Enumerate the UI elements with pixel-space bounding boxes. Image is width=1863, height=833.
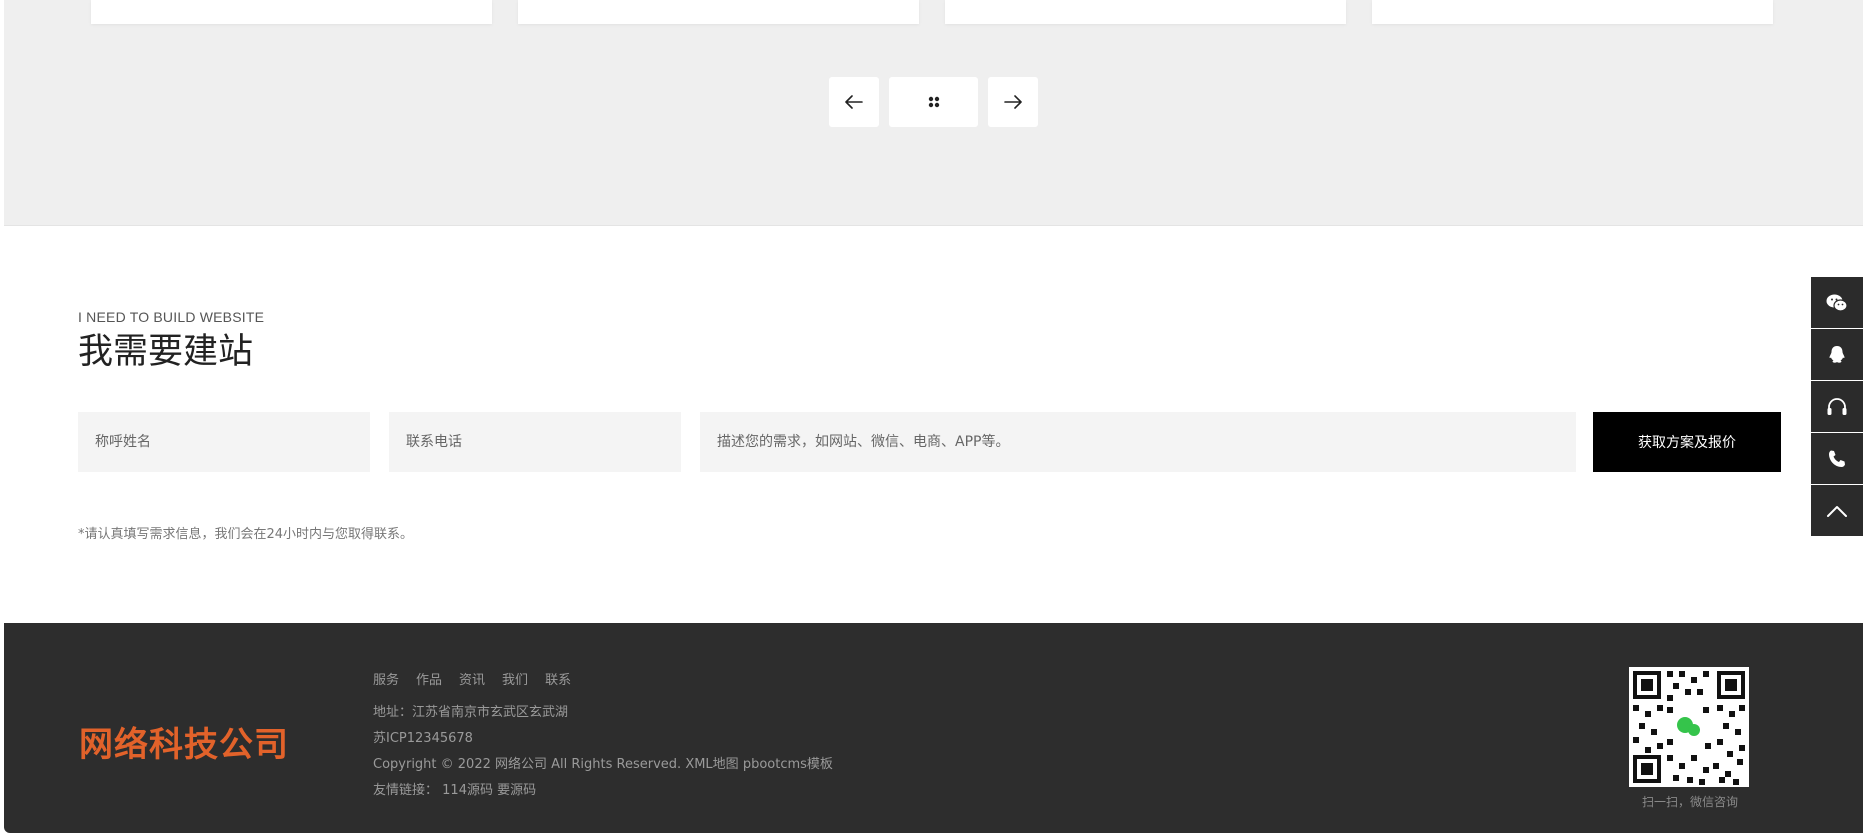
footer-icp-line: 苏ICP12345678 <box>373 727 473 746</box>
case-card[interactable] <box>945 0 1346 24</box>
section-title: 我需要建站 <box>78 332 254 372</box>
xml-map-link[interactable]: XML地图 <box>685 757 738 772</box>
footer-nav-about[interactable]: 我们 <box>502 669 528 688</box>
footer-copyright-line: Copyright © 2022 网络公司 All Rights Reserve… <box>373 753 833 772</box>
chevron-up-icon <box>1827 505 1847 517</box>
qq-button[interactable] <box>1811 329 1863 380</box>
case-card[interactable] <box>1372 0 1773 24</box>
build-website-section: I NEED TO BUILD WEBSITE 我需要建站 获取方案及报价 *请… <box>4 227 1863 623</box>
wechat-qr-code <box>1629 667 1749 787</box>
footer-nav-services[interactable]: 服务 <box>373 669 399 688</box>
friend-link[interactable]: 要源码 <box>497 783 536 798</box>
cases-section <box>4 0 1863 226</box>
wechat-button[interactable] <box>1811 277 1863 328</box>
copyright-text: Copyright © 2022 网络公司 All Rights Reserve… <box>373 757 682 772</box>
arrow-right-icon <box>1004 95 1022 109</box>
friend-link[interactable]: 114源码 <box>442 783 493 798</box>
phone-button[interactable] <box>1811 433 1863 484</box>
footer-address: 地址：江苏省南京市玄武区玄武湖 <box>373 705 569 720</box>
footer-nav-contact[interactable]: 联系 <box>545 669 571 688</box>
icp-link[interactable]: 苏ICP12345678 <box>373 731 473 746</box>
footer-nav-works[interactable]: 作品 <box>416 669 442 688</box>
requirement-input[interactable] <box>700 412 1576 472</box>
grid-button[interactable] <box>889 77 978 127</box>
footer-nav-news[interactable]: 资讯 <box>459 669 485 688</box>
phone-input[interactable] <box>389 412 681 472</box>
footer-nav: 服务 作品 资讯 我们 联系 <box>373 669 571 688</box>
prev-button[interactable] <box>829 77 879 127</box>
case-card[interactable] <box>518 0 919 24</box>
friend-links-label: 友情链接： <box>373 783 439 798</box>
qq-icon <box>1829 345 1845 363</box>
company-logo[interactable]: 网络科技公司 <box>79 717 289 766</box>
form-note: *请认真填写需求信息，我们会在24小时内与您取得联系。 <box>78 527 414 542</box>
qr-caption: 扫一扫，微信咨询 <box>1641 795 1738 809</box>
customer-service-button[interactable] <box>1811 381 1863 432</box>
case-card[interactable] <box>91 0 492 24</box>
next-button[interactable] <box>988 77 1038 127</box>
get-quote-button[interactable]: 获取方案及报价 <box>1593 412 1781 472</box>
floating-toolbar <box>1811 277 1863 537</box>
phone-icon <box>1829 450 1845 467</box>
footer-links-line: 友情链接： 114源码 要源码 <box>373 779 536 798</box>
grid-dots-icon <box>928 96 939 108</box>
arrow-left-icon <box>845 95 863 109</box>
back-to-top-button[interactable] <box>1811 485 1863 536</box>
wechat-icon <box>1826 294 1848 312</box>
template-link[interactable]: pbootcms模板 <box>743 757 833 772</box>
qr-code-icon <box>1629 667 1749 787</box>
headset-icon <box>1827 397 1847 415</box>
name-input[interactable] <box>78 412 370 472</box>
page: I NEED TO BUILD WEBSITE 我需要建站 获取方案及报价 *请… <box>0 0 1863 833</box>
footer: 网络科技公司 服务 作品 资讯 我们 联系 地址：江苏省南京市玄武区玄武湖 苏I… <box>4 623 1863 833</box>
